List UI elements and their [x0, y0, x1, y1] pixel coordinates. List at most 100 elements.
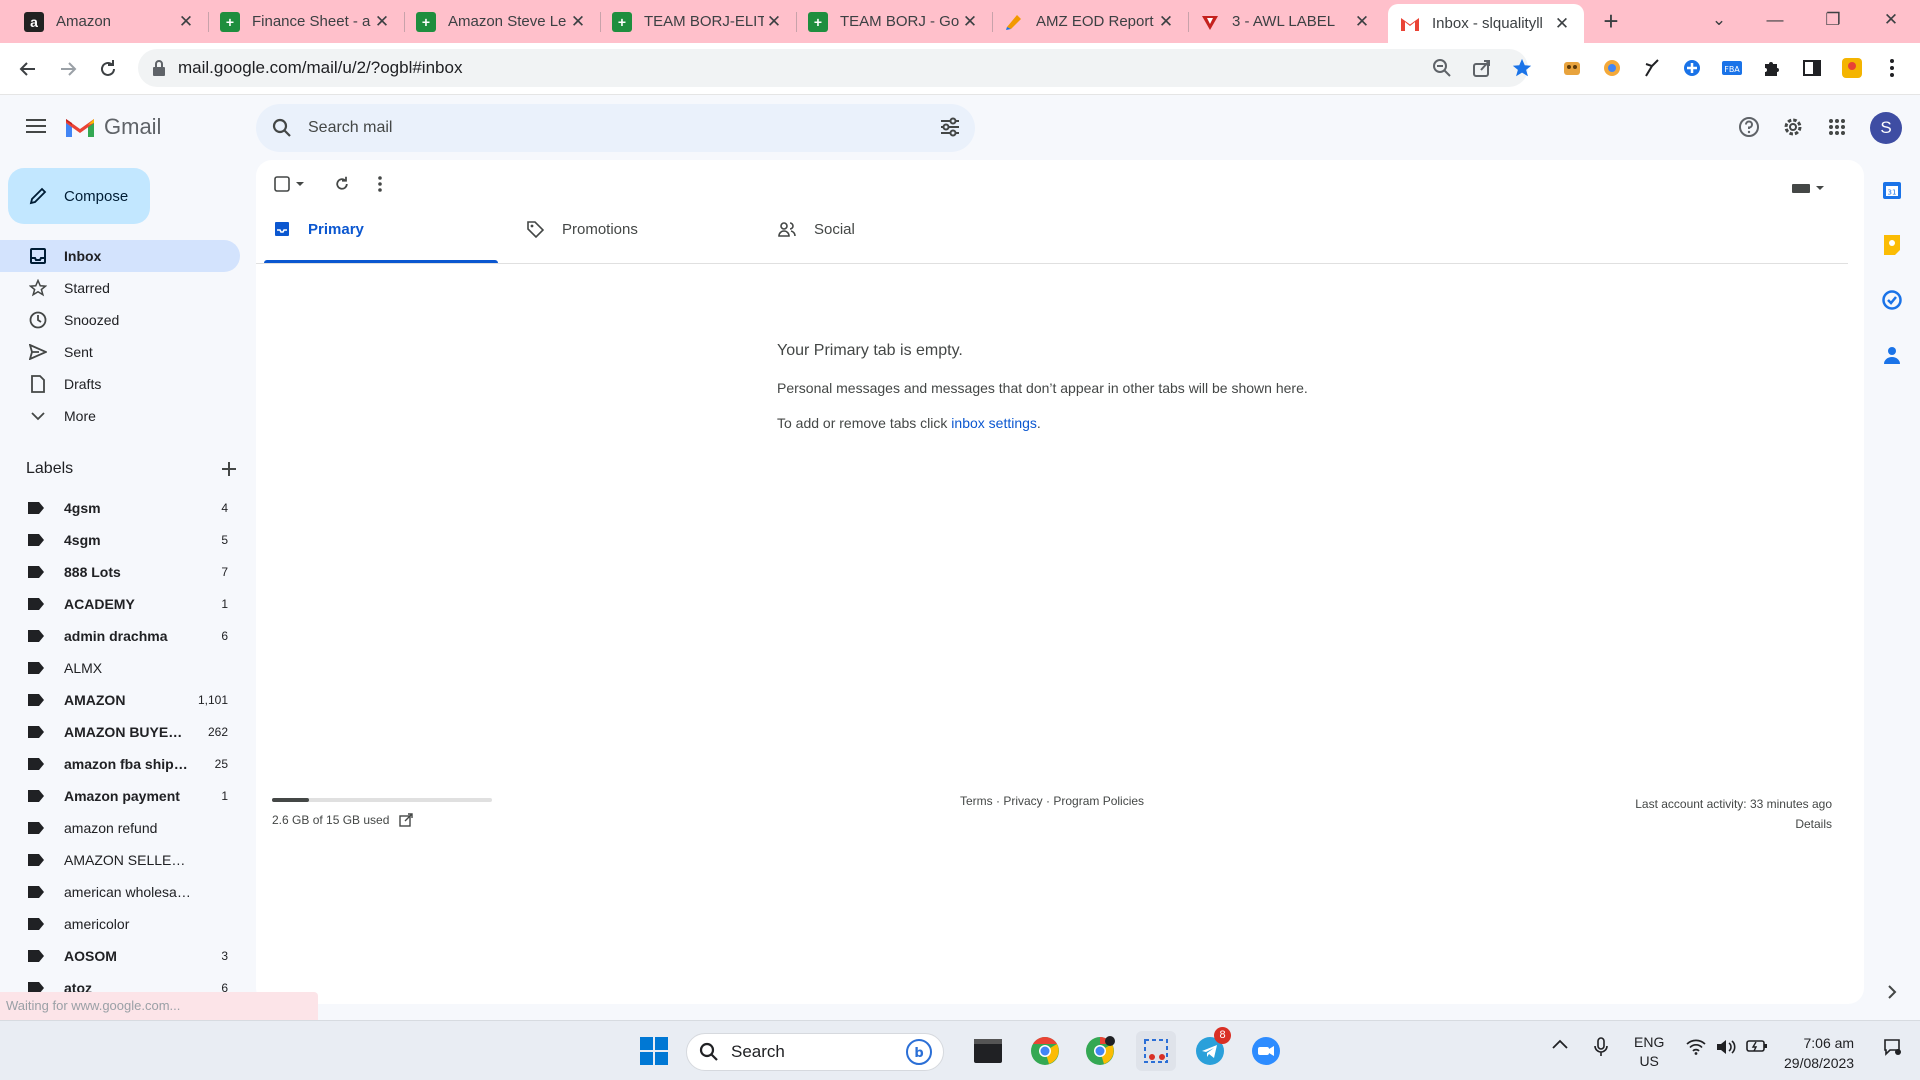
back-icon[interactable]: [12, 53, 44, 85]
browser-tab[interactable]: + Amazon Steve Le ✕: [404, 0, 600, 43]
search-bar[interactable]: [256, 104, 975, 152]
browser-tab[interactable]: a Amazon ✕: [12, 0, 208, 43]
volume-icon[interactable]: [1716, 1039, 1738, 1055]
new-tab-button[interactable]: +: [1596, 7, 1626, 37]
nav-item-sent[interactable]: Sent: [0, 336, 240, 368]
extension-icon[interactable]: [1560, 56, 1584, 80]
close-icon[interactable]: ✕: [1552, 14, 1572, 34]
telegram-icon[interactable]: 8: [1190, 1027, 1231, 1071]
contacts-icon[interactable]: [1880, 343, 1904, 367]
terminal-icon[interactable]: [968, 1031, 1008, 1071]
tab-search-icon[interactable]: ⌄: [1692, 0, 1746, 40]
label-item[interactable]: americolor: [0, 908, 240, 940]
help-icon[interactable]: [1734, 112, 1764, 142]
add-label-icon[interactable]: [222, 462, 236, 476]
label-item[interactable]: american wholesaler: [0, 876, 240, 908]
language-indicator[interactable]: ENG US: [1634, 1033, 1664, 1071]
browser-tab[interactable]: AMZ EOD Report ✕: [992, 0, 1188, 43]
label-item[interactable]: ALMX: [0, 652, 240, 684]
label-item[interactable]: AMAZON BUYER ... 262: [0, 716, 240, 748]
browser-tab-active[interactable]: Inbox - slqualityll ✕: [1388, 4, 1584, 43]
close-icon[interactable]: ✕: [1156, 12, 1176, 32]
label-item[interactable]: amazon refund: [0, 812, 240, 844]
extension-icon[interactable]: FBA: [1720, 56, 1744, 80]
close-icon[interactable]: ✕: [960, 12, 980, 32]
calendar-icon[interactable]: 31: [1880, 178, 1904, 202]
label-item[interactable]: amazon fba shipm... 25: [0, 748, 240, 780]
extension-icon[interactable]: [1680, 56, 1704, 80]
apps-grid-icon[interactable]: [1822, 112, 1852, 142]
compose-button[interactable]: Compose: [8, 168, 150, 224]
browser-tab[interactable]: + TEAM BORJ-ELITE ✕: [600, 0, 796, 43]
nav-item-drafts[interactable]: Drafts: [0, 368, 240, 400]
chrome-profile-icon[interactable]: [1080, 1031, 1120, 1071]
nav-item-starred[interactable]: Starred: [0, 272, 240, 304]
avatar[interactable]: S: [1870, 112, 1902, 144]
label-item[interactable]: admin drachma 6: [0, 620, 240, 652]
nav-item-inbox[interactable]: Inbox: [0, 240, 240, 272]
battery-icon[interactable]: [1746, 1039, 1768, 1053]
main-menu-icon[interactable]: [20, 110, 52, 142]
program-policies-link[interactable]: Program Policies: [1053, 794, 1144, 808]
side-panel-icon[interactable]: [1800, 56, 1824, 80]
browser-tab[interactable]: + TEAM BORJ - Go ✕: [796, 0, 992, 43]
label-item[interactable]: ACADEMY 1: [0, 588, 240, 620]
browser-menu-icon[interactable]: [1880, 56, 1904, 80]
label-item[interactable]: 4sgm 5: [0, 524, 240, 556]
puzzle-icon[interactable]: [1760, 56, 1784, 80]
tab-promotions[interactable]: Promotions: [516, 200, 750, 258]
tab-social[interactable]: Social: [768, 200, 1002, 258]
inbox-settings-link[interactable]: inbox settings: [951, 415, 1037, 431]
tasks-icon[interactable]: [1880, 288, 1904, 312]
close-icon[interactable]: ✕: [568, 12, 588, 32]
label-item[interactable]: 888 Lots 7: [0, 556, 240, 588]
search-options-icon[interactable]: [939, 116, 961, 138]
activity-details-link[interactable]: Details: [1635, 814, 1832, 834]
bookmark-star-icon[interactable]: [1510, 56, 1534, 80]
label-item[interactable]: AMAZON 1,101: [0, 684, 240, 716]
keep-icon[interactable]: [1880, 233, 1904, 257]
close-icon[interactable]: ✕: [764, 12, 784, 32]
more-actions-icon[interactable]: [378, 176, 382, 192]
privacy-link[interactable]: Privacy: [1003, 794, 1042, 808]
nav-item-more[interactable]: More: [0, 400, 240, 432]
extension-icon[interactable]: [1640, 56, 1664, 80]
input-tools-icon[interactable]: [1792, 182, 1824, 194]
search-icon[interactable]: [272, 118, 292, 138]
profile-icon[interactable]: [1840, 56, 1864, 80]
bing-icon[interactable]: b: [905, 1038, 933, 1066]
address-bar[interactable]: mail.google.com/mail/u/2/?ogbl#inbox: [138, 49, 1528, 87]
close-icon[interactable]: ✕: [176, 12, 196, 32]
extension-icon[interactable]: [1600, 56, 1624, 80]
label-item[interactable]: 4gsm 4: [0, 492, 240, 524]
close-icon[interactable]: ✕: [372, 12, 392, 32]
snipping-tool-icon[interactable]: [1136, 1031, 1176, 1071]
wifi-icon[interactable]: [1686, 1039, 1706, 1055]
microphone-icon[interactable]: [1594, 1037, 1608, 1057]
chevron-right-icon[interactable]: [1880, 980, 1904, 1004]
label-item[interactable]: Amazon payment 1: [0, 780, 240, 812]
browser-tab[interactable]: 3 - AWL LABEL ✕: [1188, 0, 1384, 43]
windows-start-icon[interactable]: [634, 1031, 674, 1071]
minimize-icon[interactable]: —: [1748, 0, 1802, 40]
zoom-app-icon[interactable]: [1246, 1031, 1286, 1071]
gmail-logo[interactable]: Gmail: [64, 114, 161, 140]
open-in-new-icon[interactable]: [399, 813, 414, 827]
label-item[interactable]: AOSOM 3: [0, 940, 240, 972]
refresh-icon[interactable]: [334, 176, 350, 192]
system-clock[interactable]: 7:06 am 29/08/2023: [1784, 1033, 1854, 1073]
reload-icon[interactable]: [92, 53, 124, 85]
chrome-icon[interactable]: [1025, 1031, 1065, 1071]
label-item[interactable]: AMAZON SELLER CENT...: [0, 844, 240, 876]
restore-icon[interactable]: ❐: [1806, 0, 1860, 40]
settings-gear-icon[interactable]: [1778, 112, 1808, 142]
browser-tab[interactable]: + Finance Sheet - a ✕: [208, 0, 404, 43]
nav-item-snoozed[interactable]: Snoozed: [0, 304, 240, 336]
close-window-icon[interactable]: ✕: [1864, 0, 1918, 40]
share-icon[interactable]: [1470, 56, 1494, 80]
storage-usage[interactable]: 2.6 GB of 15 GB used: [272, 813, 414, 827]
zoom-icon[interactable]: [1430, 56, 1454, 80]
notification-center-icon[interactable]: [1882, 1037, 1902, 1057]
tab-primary[interactable]: Primary: [264, 200, 498, 258]
taskbar-search[interactable]: Search b: [686, 1033, 944, 1071]
